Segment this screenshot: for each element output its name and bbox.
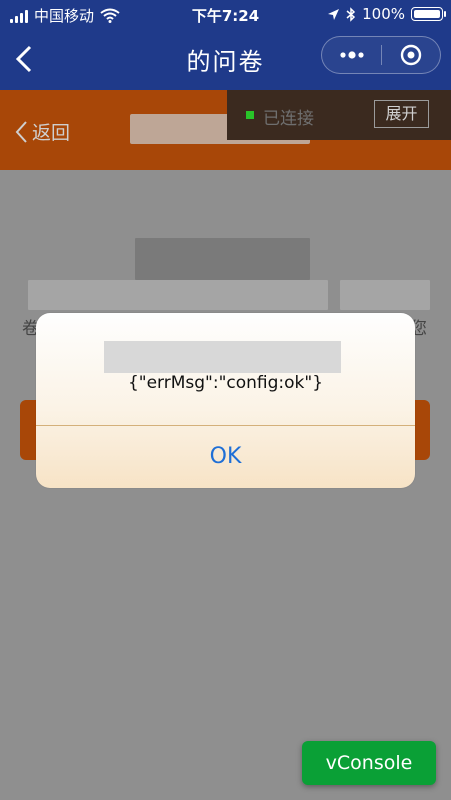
dialog-message: {"errMsg":"config:ok"} [127,373,324,393]
blurred-text-line [340,280,430,310]
vconsole-button[interactable]: vConsole [302,741,436,785]
battery-percent: 100% [362,5,405,23]
status-bar: 中国移动 下午7:24 100% [0,0,451,30]
ok-button[interactable]: OK [36,426,415,488]
bluetooth-icon [346,6,356,22]
chevron-left-icon [15,120,27,143]
battery-icon [411,7,446,21]
connection-dot-icon [246,111,254,119]
close-miniprogram-button[interactable] [382,37,441,73]
app-header: 中国移动 下午7:24 100% 的问卷 [0,0,451,90]
vconsole-status-bar: 已连接 展开 [227,90,451,140]
alert-dialog: {"errMsg":"config:ok"} OK [36,313,415,488]
expand-button[interactable]: 展开 [374,100,429,128]
location-arrow-icon [328,8,340,20]
blurred-dialog-title [104,341,341,373]
status-right: 100% [327,5,446,23]
more-button[interactable] [322,37,381,73]
blurred-text-line [28,280,328,310]
nav-bar: 的问卷 [0,30,451,90]
blurred-heading [135,238,310,280]
miniprogram-capsule [321,36,441,74]
connection-status: 已连接 [263,109,314,129]
target-close-icon [400,44,422,66]
ellipsis-icon [340,51,364,59]
page-back-link[interactable]: 返回 [14,118,70,145]
page-back-label: 返回 [32,122,71,144]
